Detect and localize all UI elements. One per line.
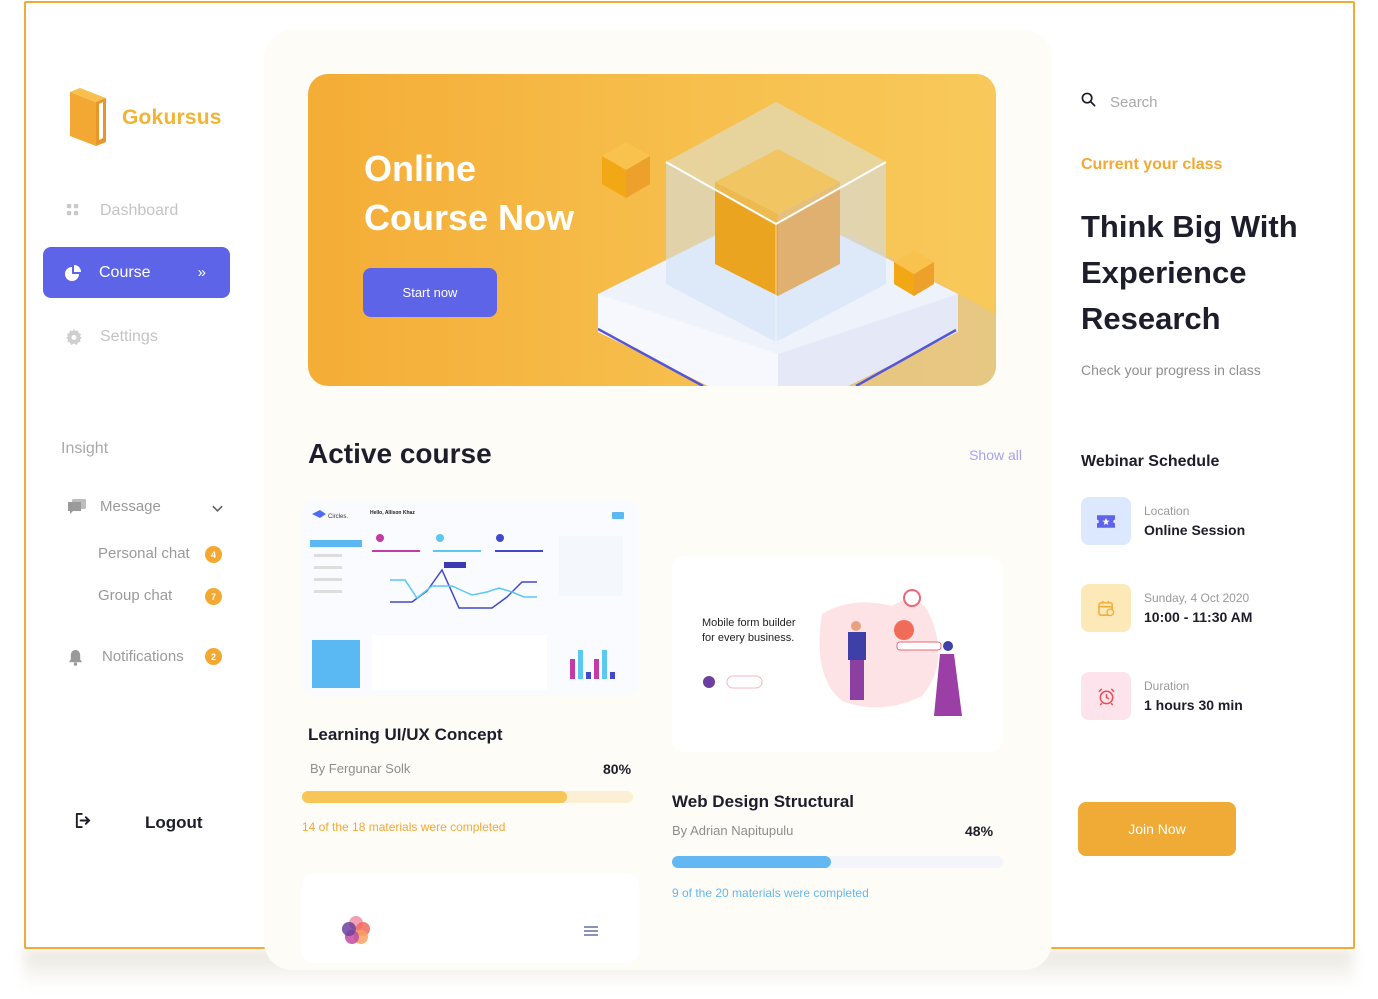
cube-illustration	[598, 102, 996, 386]
personal-chat-item[interactable]: Personal chat	[98, 545, 190, 562]
bell-icon	[68, 649, 86, 666]
course-materials-note: 14 of the 18 materials were completed	[302, 820, 506, 834]
group-chat-label: Group chat	[98, 587, 173, 604]
dashboard-preview-image: Circles. Hello, Allison Khaz	[302, 500, 639, 696]
nav-label: Course	[99, 263, 151, 281]
preview-headline-2: for every business.	[702, 632, 794, 644]
pie-chart-icon	[65, 264, 81, 281]
course-percent: 48%	[965, 823, 994, 839]
brand-logo[interactable]: Gokursus	[66, 88, 222, 148]
flower-logo-preview	[342, 916, 598, 944]
course-author: By Adrian Napitupulu	[672, 823, 794, 838]
preview-app-name: Circles.	[328, 514, 348, 520]
current-class-label: Current your class	[1081, 156, 1223, 173]
logout-button[interactable]: Logout	[74, 812, 203, 834]
course-materials-note: 9 of the 20 materials were completed	[672, 886, 869, 900]
course-progress-track	[672, 856, 1003, 868]
course-progress-fill	[302, 791, 567, 803]
webinar-schedule-heading: Webinar Schedule	[1081, 453, 1220, 470]
schedule-label: Sunday, 4 Oct 2020	[1144, 591, 1250, 605]
hero-title-line2: Course Now	[364, 197, 575, 238]
nav-label: Settings	[100, 327, 158, 345]
schedule-label: Location	[1144, 504, 1190, 518]
course-progress-track	[302, 791, 633, 803]
hero-title: Online Course Now	[364, 144, 574, 242]
personal-chat-badge: 4	[205, 546, 222, 563]
search-bar	[1081, 92, 1290, 112]
class-title: Think Big With Experience Research	[1081, 209, 1298, 336]
preview-headline-1: Mobile form builder	[702, 617, 796, 629]
start-now-button[interactable]: Start now	[363, 268, 497, 317]
grid-icon	[66, 203, 82, 219]
course-percent: 80%	[603, 761, 632, 777]
gear-icon	[66, 328, 82, 345]
message-label: Message	[100, 498, 161, 515]
chat-icon	[68, 498, 86, 515]
nav-dashboard[interactable]: Dashboard	[44, 185, 231, 236]
class-subtitle[interactable]: Check your progress in class	[1081, 362, 1261, 378]
chevron-down-icon[interactable]	[212, 500, 223, 517]
nav-label: Dashboard	[100, 201, 179, 219]
notifications-item[interactable]: Notifications	[68, 648, 184, 666]
personal-chat-label: Personal chat	[98, 545, 190, 562]
nav-course[interactable]: Course »	[43, 247, 230, 298]
schedule-datetime: Sunday, 4 Oct 2020 10:00 - 11:30 AM	[1081, 584, 1252, 632]
message-menu[interactable]: Message	[68, 498, 223, 515]
course-name[interactable]: Web Design Structural	[672, 792, 854, 812]
course-thumbnail-uiux[interactable]: Circles. Hello, Allison Khaz	[302, 500, 639, 696]
logout-icon	[74, 812, 91, 834]
schedule-duration: Duration 1 hours 30 min	[1081, 672, 1243, 720]
book-icon	[70, 88, 106, 146]
hero-banner: Online Course Now Start now	[308, 74, 996, 386]
search-input[interactable]	[1110, 93, 1290, 111]
course-thumbnail-third[interactable]	[302, 873, 639, 963]
course-author: By Fergunar Solk	[310, 761, 411, 776]
join-now-button[interactable]: Join Now	[1078, 802, 1236, 856]
schedule-value: 10:00 - 11:30 AM	[1144, 609, 1253, 625]
schedule-label: Duration	[1144, 679, 1190, 693]
logout-label: Logout	[145, 813, 203, 832]
schedule-value: Online Session	[1144, 522, 1246, 538]
hero-title-line1: Online	[364, 148, 477, 189]
group-chat-item[interactable]: Group chat	[98, 587, 172, 604]
nav-settings[interactable]: Settings	[44, 311, 231, 362]
calendar-icon	[1081, 584, 1131, 632]
notifications-label: Notifications	[102, 648, 184, 665]
schedule-value: 1 hours 30 min	[1144, 697, 1243, 713]
notifications-badge: 2	[205, 648, 222, 665]
double-chevron-right-icon: »	[197, 264, 206, 281]
course-name[interactable]: Learning UI/UX Concept	[308, 725, 503, 745]
schedule-location: Location Online Session	[1081, 497, 1245, 545]
landing-preview-image: Mobile form builder for every business.	[672, 556, 1002, 752]
insight-heading: Insight	[61, 440, 109, 457]
course-thumbnail-webdesign[interactable]: Mobile form builder for every business.	[672, 556, 1002, 752]
alarm-clock-icon	[1081, 672, 1131, 720]
search-icon[interactable]	[1081, 92, 1096, 112]
main-content: Online Course Now Start now Active cours…	[264, 30, 1052, 970]
brand-name: Gokursus	[122, 106, 222, 129]
ticket-icon	[1081, 497, 1131, 545]
course-progress-fill	[672, 856, 831, 868]
show-all-link[interactable]: Show all	[969, 447, 1022, 463]
preview-greeting: Hello, Allison Khaz	[370, 510, 415, 516]
active-course-heading: Active course	[308, 438, 492, 469]
group-chat-badge: 7	[205, 588, 222, 605]
